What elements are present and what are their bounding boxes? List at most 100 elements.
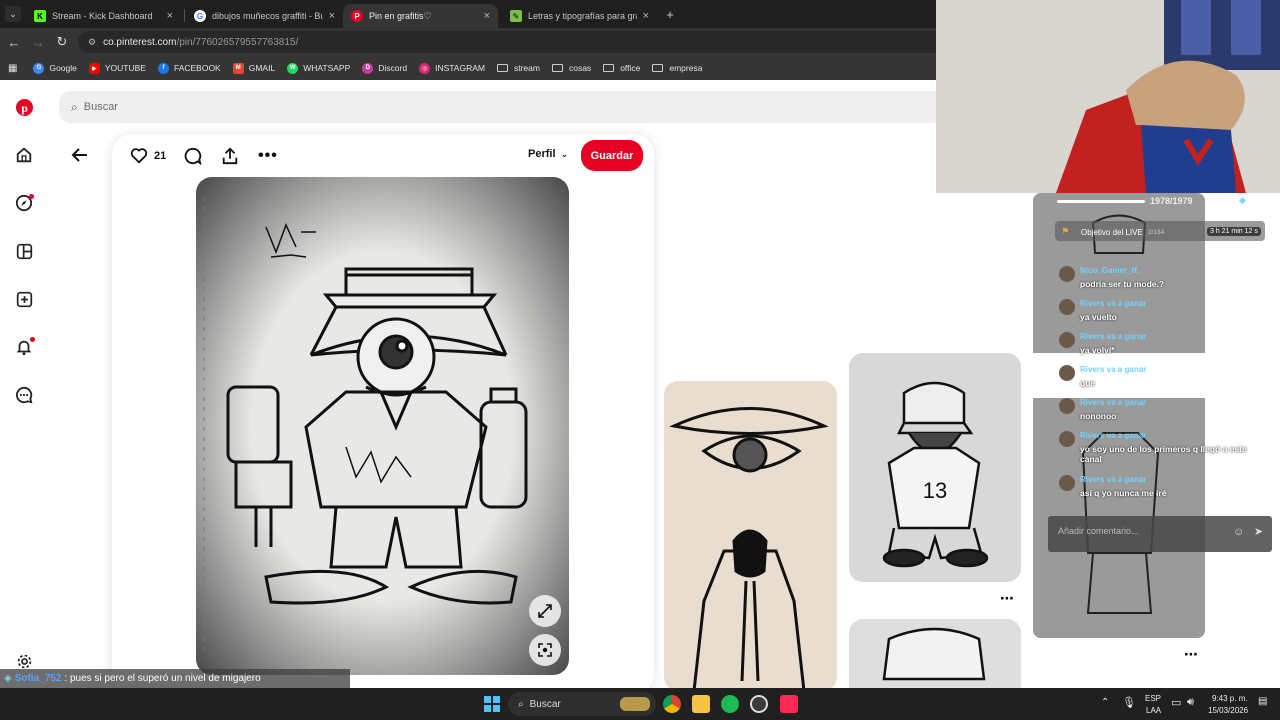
messages-icon[interactable] [14,385,34,405]
bookmark-folder-office[interactable]: office [603,63,640,73]
bookmark-instagram[interactable]: ◎ INSTAGRAM [419,62,485,74]
send-icon[interactable]: ➤ [1254,525,1263,538]
chat-message-text: que [1080,378,1096,388]
notification-center-icon[interactable]: ▤ [1258,696,1267,707]
explore-compass-icon[interactable] [14,193,34,213]
settings-gear-icon[interactable] [14,651,34,671]
more-options-button[interactable]: ••• [258,146,278,166]
create-plus-icon[interactable] [14,289,34,309]
live-progress-track [1057,200,1145,203]
expand-image-button[interactable] [529,595,561,627]
search-input[interactable] [83,101,384,113]
chevron-up-icon[interactable]: ⌃ [1101,697,1109,708]
boards-icon[interactable] [14,241,34,261]
tab-kick-dashboard[interactable]: K Stream - Kick Dashboard × [26,4,181,28]
tab-letras-graffiti[interactable]: ✎ Letras y tipografías para graffiti × [502,4,657,28]
volume-icon[interactable]: 🔊︎ [1187,696,1194,709]
close-tab-icon[interactable]: × [167,10,173,22]
network-icon[interactable]: ▭ [1171,696,1181,709]
tab-pinterest-pin[interactable]: P Pin en grafitis♡ × [343,4,498,28]
file-explorer-icon[interactable] [692,695,710,713]
clock-time[interactable]: 9:43 p. m. [1212,694,1248,703]
language-code[interactable]: ESP [1145,694,1161,703]
chat-username[interactable]: Rivers va a ganar [1080,299,1146,308]
new-tab-button[interactable]: + [662,6,678,22]
back-arrow-icon[interactable] [70,145,90,165]
visual-search-button[interactable] [529,634,561,666]
search-bar[interactable]: ⌕ [59,91,949,123]
webcam-overlay [936,0,1280,193]
pinterest-logo-icon[interactable]: p [14,97,34,117]
share-button[interactable] [221,146,239,166]
save-button[interactable]: Guardar [581,140,643,171]
keyboard-layout[interactable]: LAA [1146,706,1161,715]
avatar[interactable] [1059,431,1075,447]
chat-username[interactable]: Rivers va a ganar [1080,431,1146,440]
windows-start-icon[interactable] [484,696,500,712]
notification-dot [30,337,35,342]
bookmark-google[interactable]: G Google [33,62,77,74]
avatar[interactable] [1059,398,1075,414]
obs-icon[interactable] [750,695,768,713]
like-button[interactable]: 21 [130,146,166,166]
notifications-bell-icon[interactable] [14,337,35,357]
pin-more-options-icon[interactable]: ⋯ [1184,646,1199,663]
chevron-down-icon: ⌄ [560,149,569,159]
bookmark-folder-stream[interactable]: stream [496,63,540,73]
chat-username[interactable]: Rivers va a ganar [1080,475,1146,484]
tiktok-live-studio-icon[interactable] [780,695,798,713]
tab-google-search[interactable]: G dibujos muñecos graffiti - Busc × [186,4,343,28]
chat-username[interactable]: Rivers va a ganar [1080,398,1146,407]
bookmark-youtube[interactable]: ▶ YOUTUBE [88,62,146,74]
chat-username[interactable]: Rivers va a ganar [1080,365,1146,374]
bookmark-label: Discord [378,63,408,73]
site-info-icon[interactable]: ⚙ [88,37,96,48]
pin-more-options-icon[interactable]: ⋯ [1000,590,1015,607]
taskbar-search[interactable]: ⌕ Buscar [508,692,656,716]
google-icon: G [33,62,45,74]
avatar[interactable] [1059,299,1075,315]
folder-icon [603,64,615,72]
close-tab-icon[interactable]: × [643,10,649,22]
chrome-icon[interactable] [663,695,681,713]
tab-search-dropdown[interactable]: ⌄ [5,6,21,22]
related-pin-beanie-character[interactable]: 13 [849,353,1021,582]
reload-icon[interactable]: ↻ [54,34,70,50]
heart-icon [130,148,148,164]
whatsapp-icon: W [287,62,299,74]
back-arrow-icon[interactable]: ← [6,34,22,50]
pin-image[interactable] [196,177,569,675]
home-icon[interactable] [14,145,34,165]
close-tab-icon[interactable]: × [329,10,335,22]
comment-input[interactable] [1058,526,1218,536]
avatar[interactable] [1059,365,1075,381]
chat-username[interactable]: Nico_Gamer_ff. [1080,266,1139,275]
bookmark-discord[interactable]: D Discord [362,62,408,74]
bookmark-folder-cosas[interactable]: cosas [551,63,591,73]
microphone-icon[interactable]: 🎙︎ [1122,696,1136,709]
emoji-icon[interactable]: ☺ [1233,526,1244,538]
avatar[interactable] [1059,332,1075,348]
close-tab-icon[interactable]: × [484,10,490,22]
bookmark-whatsapp[interactable]: W WHATSAPP [287,62,350,74]
bookmark-folder-empresa[interactable]: empresa [652,63,702,73]
spotify-icon[interactable] [721,695,739,713]
apps-grid-icon[interactable]: ▦ [8,63,17,74]
chat-username[interactable]: Rivers va a ganar [1080,332,1146,341]
address-bar[interactable]: ⚙ co.pinterest.com/pin/77602657955776381… [78,31,948,53]
related-pin-cowboy-eye[interactable] [664,381,837,688]
profile-dropdown[interactable]: Perfil ⌄ [528,148,568,160]
goal-flag-icon: ⚑ [1061,226,1070,236]
stream-chat-user: Sofia_752 [14,673,62,684]
avatar[interactable] [1059,266,1075,282]
avatar[interactable] [1059,475,1075,491]
clock-date[interactable]: 15/03/2026 [1208,706,1248,715]
comment-box[interactable]: ☺ ➤ [1048,516,1272,552]
comment-button[interactable] [184,146,202,166]
lens-search-icon [538,643,552,657]
gmail-icon: M [232,62,244,74]
related-pin-partial[interactable] [849,619,1021,688]
bookmark-gmail[interactable]: M GMAIL [232,62,275,74]
forward-arrow-icon[interactable]: → [30,34,46,50]
bookmark-facebook[interactable]: f FACEBOOK [157,62,221,74]
